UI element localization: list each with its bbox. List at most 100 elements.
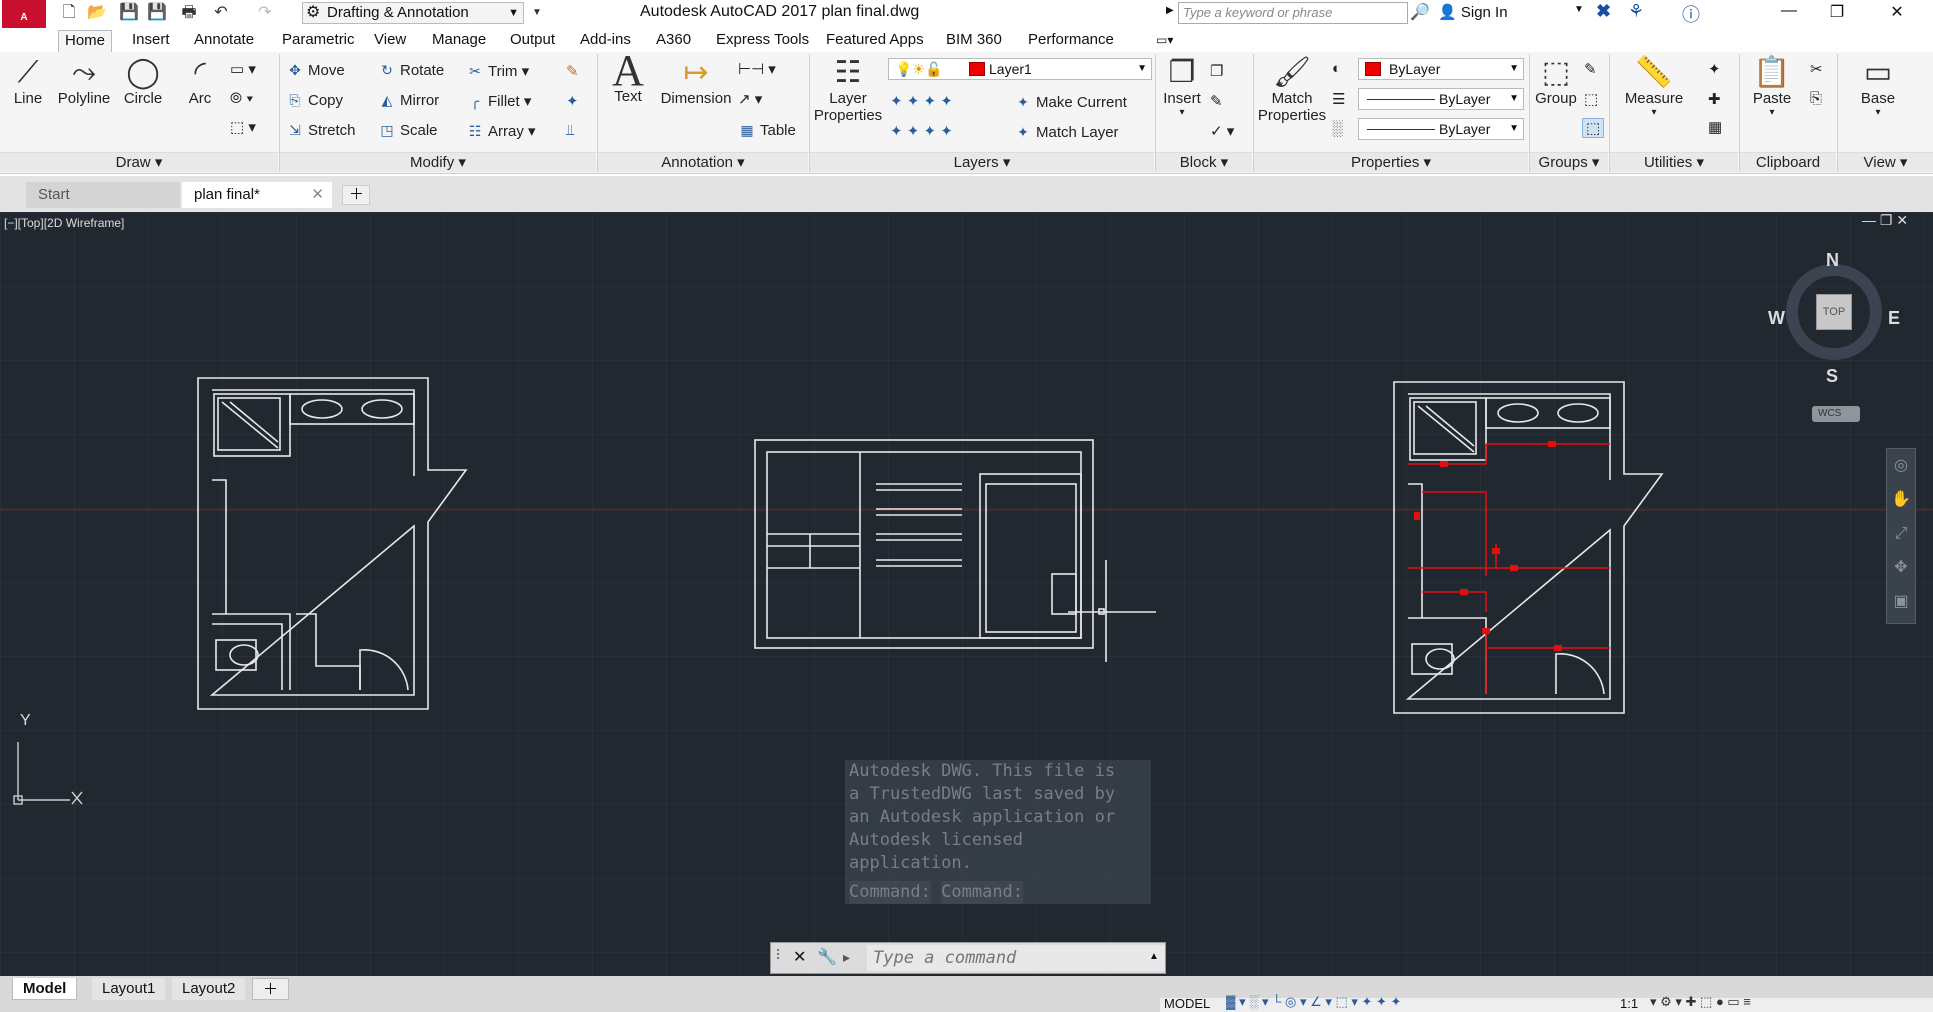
mirror-tool[interactable]: ◭ Mirror [378,92,440,109]
tab-start[interactable]: Start [26,182,180,208]
tab-view[interactable]: View [368,30,412,52]
annotation-panel-title[interactable]: Annotation ▾ [598,152,808,172]
minimize-icon[interactable]: — [1774,2,1804,20]
fillet-tool[interactable]: ╭ Fillet ▾ [466,92,532,110]
tab-a360[interactable]: A360 [650,30,697,52]
modify-panel-title[interactable]: Modify ▾ [280,152,596,172]
command-prompt-icon[interactable]: ▸ [843,949,850,966]
region-icon[interactable]: ⬚ ▾ [230,118,256,136]
ungroup-icon[interactable]: ✎ [1584,60,1597,78]
expand-arrow-icon[interactable]: ▶ [1166,5,1174,16]
save-icon[interactable]: 💾 [118,3,140,23]
hatch-icon[interactable]: ⦾ ▾ [230,90,254,107]
leader-icon[interactable]: ↗ ▾ [738,90,762,108]
measure-tool[interactable]: 📏 Measure ▾ [1618,56,1690,118]
pan-icon[interactable]: ✋ [1887,483,1915,517]
tab-layout2[interactable]: Layout2 [172,978,246,1000]
clipboard-panel-title[interactable]: Clipboard [1740,152,1836,172]
group-tool[interactable]: ⬚ Group [1534,56,1578,107]
trim-tool[interactable]: ✂ Trim ▾ [466,62,529,80]
command-input[interactable] [867,945,1165,971]
grip-handle[interactable]: ⠇ [775,947,785,964]
arc-tool[interactable]: ◜ Arc [176,56,224,107]
new-tab-button[interactable]: ＋ [342,185,370,205]
tab-annotate[interactable]: Annotate [188,30,260,52]
tab-parametric[interactable]: Parametric [276,30,361,52]
layer-tools-row-1-icons[interactable]: ✦ ✦ ✦ ✦ [890,92,953,110]
layer-dropdown[interactable]: 💡☀🔓 Layer1 ▼ [888,58,1152,80]
save-as-icon[interactable]: 💾 [146,3,168,23]
close-command-line-icon[interactable]: ✕ [793,947,806,967]
annotation-scale[interactable]: 1:1 [1620,996,1638,1011]
view-panel-title[interactable]: View ▾ [1838,152,1933,172]
new-layout-button[interactable]: ＋ [252,978,290,1000]
compass-north[interactable]: N [1826,250,1839,271]
base-view-tool[interactable]: ▭ Base ▾ [1850,56,1906,118]
quick-select-icon[interactable]: ✦ [1708,60,1721,78]
customize-wrench-icon[interactable]: 🔧 [817,947,837,967]
paste-tool[interactable]: 📋 Paste ▾ [1744,56,1800,118]
layer-properties-tool[interactable]: ☷ Layer Properties [812,56,884,124]
block-panel-title[interactable]: Block ▾ [1156,152,1252,172]
viewcube-top-face[interactable]: TOP [1816,294,1852,330]
tab-performance[interactable]: Performance [1022,30,1120,52]
edit-attributes-icon[interactable]: ✓ ▾ [1210,122,1234,140]
compass-east[interactable]: E [1888,308,1900,329]
move-tool[interactable]: ✥ Move [286,62,345,79]
new-file-icon[interactable]: 🗋 [58,3,80,23]
make-current-tool[interactable]: ✦ Make Current [1014,94,1127,111]
close-tab-icon[interactable]: ✕ [311,182,324,208]
undo-icon[interactable]: ↶ [210,3,232,23]
array-tool[interactable]: ☷ Array ▾ [466,122,536,140]
compass-south[interactable]: S [1826,366,1838,387]
transparency-icon[interactable]: ░ [1332,120,1343,137]
table-tool[interactable]: ▦ Table [738,122,795,139]
erase-icon[interactable]: ✎ [566,62,579,80]
copy-tool[interactable]: ⎘ Copy [286,92,343,109]
rotate-tool[interactable]: ↻ Rotate [378,62,444,79]
exchange-apps-icon[interactable]: ✖ [1596,1,1611,22]
copy-clip-icon[interactable]: ⎘ [1810,90,1822,107]
tab-manage[interactable]: Manage [426,30,492,52]
status-utility-icons[interactable]: ▾ ⚙ ▾ ✚ ⬚ ● ▭ ≡ [1650,994,1751,1010]
ribbon-minimize-icon[interactable]: ▭▾ [1150,30,1179,52]
tab-output[interactable]: Output [504,30,561,52]
viewport-controls[interactable]: [−][Top][2D Wireframe] [4,216,124,230]
viewport-window-controls[interactable]: — ❐ ✕ [1862,212,1908,229]
close-icon[interactable]: ✕ [1882,2,1912,22]
layer-tools-row-2-icons[interactable]: ✦ ✦ ✦ ✦ [890,122,953,140]
model-space-button[interactable]: MODEL [1164,996,1210,1011]
lineweight-dropdown[interactable]: ByLayer ▼ [1358,118,1524,140]
binoculars-icon[interactable]: 🔎 [1410,2,1430,22]
draw-panel-title[interactable]: Draw ▾ [0,152,278,172]
open-folder-icon[interactable]: 📂 [86,3,108,23]
stretch-tool[interactable]: ⇲ Stretch [286,122,355,139]
utilities-panel-title[interactable]: Utilities ▾ [1610,152,1738,172]
rectangle-icon[interactable]: ▭ ▾ [230,60,256,78]
group-edit-icon[interactable]: ⬚ [1584,90,1598,108]
color-wheel-icon[interactable]: ◐ [1332,60,1341,77]
stay-connected-icon[interactable]: ⚘ [1628,1,1644,22]
compass-west[interactable]: W [1768,308,1785,329]
redo-icon[interactable]: ↷ [254,3,276,23]
quick-access-customize-icon[interactable]: ▼ [526,3,548,23]
color-dropdown[interactable]: ByLayer ▼ [1358,58,1524,80]
tab-plan-final[interactable]: plan final* ✕ [182,182,332,208]
tab-home[interactable]: Home [58,30,113,52]
dimension-tool[interactable]: ↦ Dimension [656,56,736,107]
offset-icon[interactable]: ⫫ [566,122,574,139]
insert-block-tool[interactable]: ❐ Insert ▾ [1158,56,1206,118]
linear-dimension-icon[interactable]: ⊢⊣ ▾ [738,60,776,78]
tab-layout1[interactable]: Layout1 [92,978,166,1000]
wcs-menu[interactable]: WCS [1812,406,1860,422]
workspace-dropdown[interactable]: ⚙ Drafting & Annotation ▼ [302,2,524,24]
print-icon[interactable]: 🖶 [178,3,200,23]
text-tool[interactable]: A Text [606,49,650,106]
drawing-area[interactable]: [−][Top][2D Wireframe] — ❐ ✕ Y TOP N S E… [0,212,1933,976]
steering-wheel-icon[interactable]: ◎ [1887,449,1915,483]
properties-panel-title[interactable]: Properties ▾ [1254,152,1528,172]
edit-block-icon[interactable]: ✎ [1210,92,1223,110]
linetype-dropdown[interactable]: ByLayer ▼ [1358,88,1524,110]
polyline-tool[interactable]: ⤳ Polyline [52,56,116,107]
search-input[interactable]: Type a keyword or phrase [1178,2,1408,24]
